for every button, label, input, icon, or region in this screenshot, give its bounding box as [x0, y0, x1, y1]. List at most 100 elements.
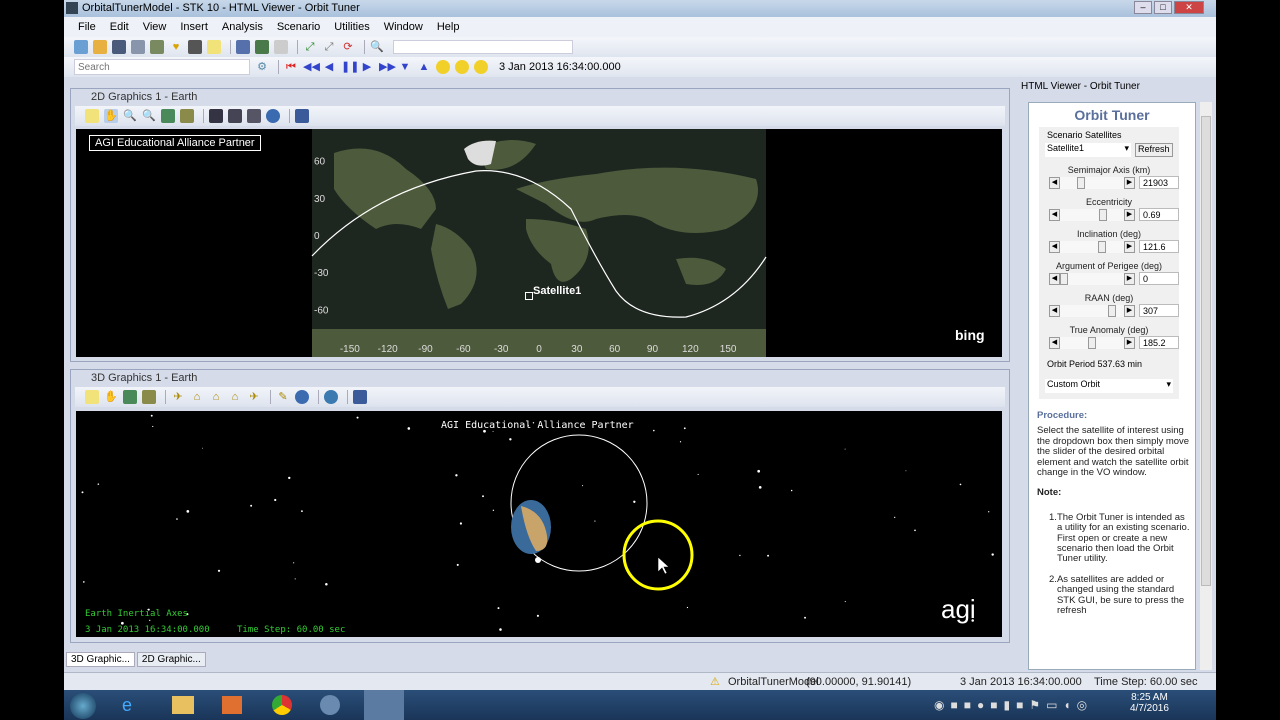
play-icon[interactable]: ▶: [360, 60, 374, 74]
slower-icon[interactable]: ▼: [398, 60, 412, 74]
chrome-icon[interactable]: [272, 695, 292, 715]
realtime-clock-icon[interactable]: [436, 60, 450, 74]
save-image-icon[interactable]: [209, 109, 223, 123]
param-value-input[interactable]: 21903: [1139, 176, 1179, 189]
step-forward-icon[interactable]: ▶▶: [379, 60, 396, 74]
print-icon[interactable]: [188, 40, 202, 54]
refresh-icon[interactable]: ⟳: [341, 40, 355, 54]
view-top-icon[interactable]: ⌂: [228, 390, 242, 404]
app-icon[interactable]: [320, 695, 340, 715]
close-button[interactable]: ✕: [1174, 1, 1204, 14]
slider-thumb[interactable]: [1098, 240, 1107, 253]
slider-right-arrow-icon[interactable]: ▶: [1124, 176, 1135, 189]
satellite-icon[interactable]: [525, 292, 533, 300]
search-input[interactable]: [74, 59, 250, 75]
slider-right-arrow-icon[interactable]: ▶: [1124, 208, 1135, 221]
param-value-input[interactable]: 307: [1139, 304, 1179, 317]
param-slider[interactable]: [1060, 208, 1124, 221]
globe-3d-view[interactable]: [76, 411, 1002, 637]
slider-right-arrow-icon[interactable]: ▶: [1124, 272, 1135, 285]
pause-icon[interactable]: ❚❚: [341, 60, 359, 74]
slider-left-arrow-icon[interactable]: ◀: [1049, 336, 1060, 349]
start-button[interactable]: [70, 693, 96, 719]
slider-thumb[interactable]: [1076, 176, 1085, 189]
slider-thumb[interactable]: [1098, 208, 1107, 221]
view-from-icon[interactable]: ✈: [171, 390, 185, 404]
save-icon[interactable]: [112, 40, 126, 54]
param-slider[interactable]: [1060, 240, 1124, 253]
media-player-icon[interactable]: [222, 696, 242, 714]
home-view-icon[interactable]: ⌂: [190, 390, 204, 404]
clock-date[interactable]: 4/7/2016: [1130, 703, 1169, 714]
step-clock-icon[interactable]: [474, 60, 488, 74]
slider-left-arrow-icon[interactable]: ◀: [1049, 272, 1060, 285]
refresh-button[interactable]: Refresh: [1135, 143, 1173, 157]
satellite-dropdown[interactable]: Satellite1 ▾: [1045, 143, 1131, 157]
properties-icon[interactable]: [274, 40, 288, 54]
map-icon[interactable]: [123, 390, 137, 404]
play-back-icon[interactable]: ◀: [322, 60, 336, 74]
tab-2d-graphics[interactable]: 2D Graphic...: [136, 652, 206, 667]
stk-taskbar-icon[interactable]: [364, 690, 404, 720]
reset-icon[interactable]: ⏮: [284, 60, 298, 74]
orient-icon[interactable]: ✈: [247, 390, 261, 404]
reports-icon[interactable]: [236, 40, 250, 54]
param-value-input[interactable]: 185.2: [1139, 336, 1179, 349]
param-slider[interactable]: [1060, 336, 1124, 349]
slider-thumb[interactable]: [1107, 304, 1116, 317]
pan-hand-icon[interactable]: ✋: [104, 109, 118, 123]
place-icon[interactable]: ♥: [169, 40, 183, 54]
insert-object-icon[interactable]: [150, 40, 164, 54]
maximize-button[interactable]: □: [1154, 1, 1172, 14]
access-icon[interactable]: ⤢: [303, 40, 317, 54]
param-value-input[interactable]: 0.69: [1139, 208, 1179, 221]
current-time[interactable]: 3 Jan 2013 16:34:00.000: [499, 61, 621, 73]
map-2d-view[interactable]: 60 30 0 -30 -60 -150 -120 -90 -60 -30 0 30 60 90 120 15…: [76, 129, 1002, 357]
pan-hand-icon[interactable]: ✋: [104, 390, 118, 404]
step-back-icon[interactable]: ◀◀: [303, 60, 320, 74]
explorer-icon[interactable]: [172, 696, 194, 714]
minimize-button[interactable]: –: [1134, 1, 1152, 14]
object-dropdown[interactable]: [393, 40, 573, 54]
link-icon[interactable]: ⤢: [322, 40, 336, 54]
graphs-icon[interactable]: [255, 40, 269, 54]
view-icon[interactable]: [353, 390, 367, 404]
export-icon[interactable]: [247, 109, 261, 123]
menu-window[interactable]: Window: [384, 17, 423, 37]
slider-left-arrow-icon[interactable]: ◀: [1049, 240, 1060, 253]
clock-time[interactable]: 8:25 AM: [1130, 692, 1169, 703]
xrealtime-clock-icon[interactable]: [455, 60, 469, 74]
param-value-input[interactable]: 0: [1139, 272, 1179, 285]
report-icon[interactable]: [207, 40, 221, 54]
slider-right-arrow-icon[interactable]: ▶: [1124, 336, 1135, 349]
slider-right-arrow-icon[interactable]: ▶: [1124, 304, 1135, 317]
tab-3d-graphics[interactable]: 3D Graphic...: [66, 652, 135, 667]
menu-utilities[interactable]: Utilities: [334, 17, 369, 37]
html-viewer-scrollbar[interactable]: [1200, 102, 1212, 670]
orbit-type-dropdown[interactable]: Custom Orbit ▾: [1045, 379, 1173, 393]
save-all-icon[interactable]: [131, 40, 145, 54]
ie-icon[interactable]: e: [122, 695, 132, 716]
open-icon[interactable]: [93, 40, 107, 54]
view-icon[interactable]: [295, 109, 309, 123]
new-scenario-icon[interactable]: [74, 40, 88, 54]
zoom-icon[interactable]: 🔍: [370, 40, 384, 54]
system-tray-icons[interactable]: ◉■■●■▮■⚑▭◖◎: [934, 698, 1093, 712]
slider-thumb[interactable]: [1088, 336, 1096, 349]
globe-icon[interactable]: [266, 109, 280, 123]
slider-right-arrow-icon[interactable]: ▶: [1124, 240, 1135, 253]
layers-icon[interactable]: [180, 109, 194, 123]
param-value-input[interactable]: 121.6: [1139, 240, 1179, 253]
menu-edit[interactable]: Edit: [110, 17, 129, 37]
layers-icon[interactable]: [142, 390, 156, 404]
slider-left-arrow-icon[interactable]: ◀: [1049, 176, 1060, 189]
view-north-icon[interactable]: ⌂: [209, 390, 223, 404]
menu-help[interactable]: Help: [437, 17, 460, 37]
map-icon[interactable]: [161, 109, 175, 123]
earth-icon[interactable]: [324, 390, 338, 404]
zoom-out-icon[interactable]: 🔍: [142, 109, 156, 123]
satellite-marker[interactable]: [535, 557, 541, 563]
menu-insert[interactable]: Insert: [180, 17, 208, 37]
slider-left-arrow-icon[interactable]: ◀: [1049, 304, 1060, 317]
gear-icon[interactable]: ⚙: [255, 60, 269, 74]
